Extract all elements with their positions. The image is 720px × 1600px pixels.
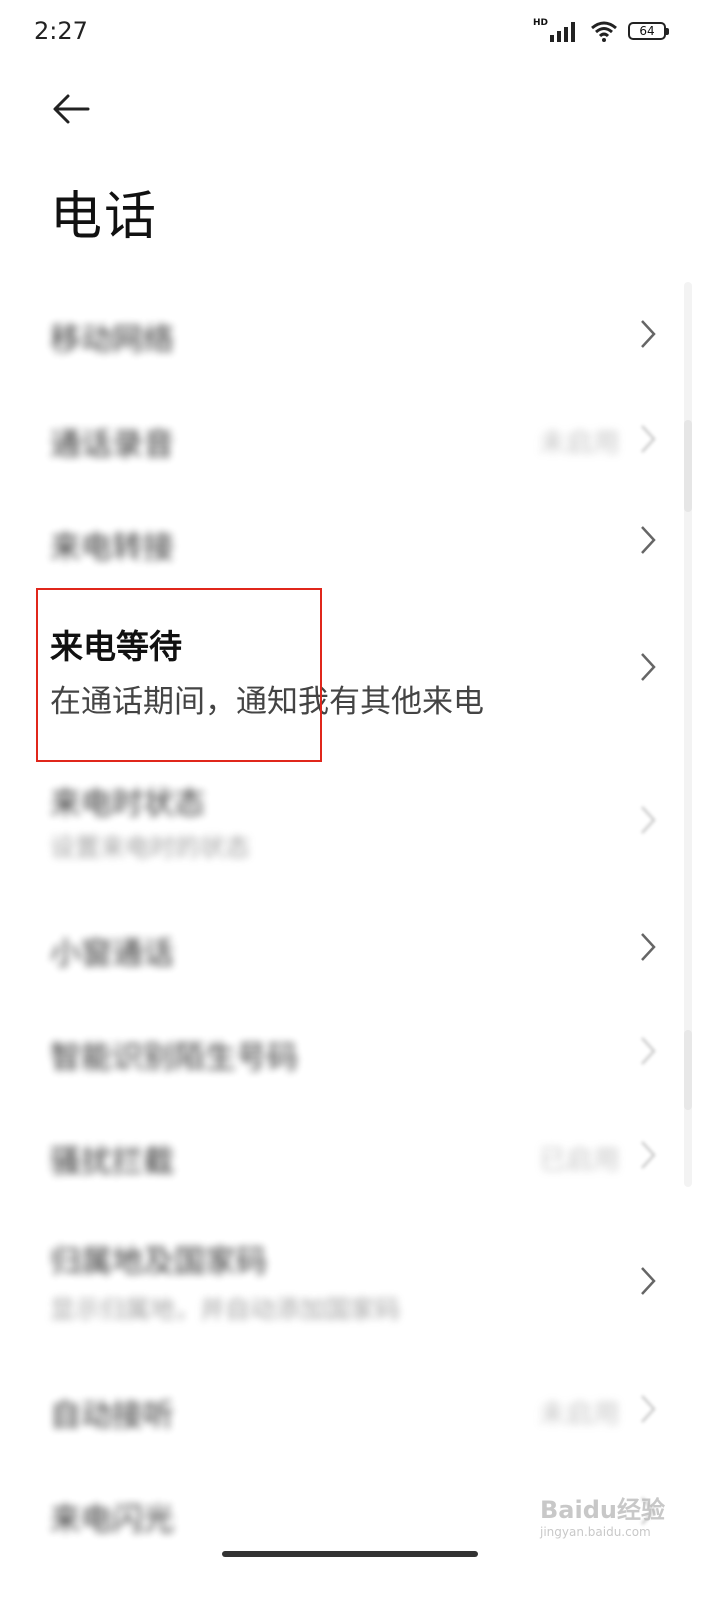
list-item-identify-unknown[interactable]: 智能识别陌生号码	[0, 1016, 720, 1086]
wifi-icon	[591, 21, 617, 42]
status-time: 2:27	[34, 17, 88, 45]
list-item-title: 骚扰拦截	[50, 1144, 174, 1180]
signal-icon	[550, 22, 575, 42]
chevron-right-icon	[641, 320, 656, 348]
list-item-incoming-call-status[interactable]: 来电时状态 设置来电时的状态	[0, 770, 720, 870]
watermark-url: jingyan.baidu.com	[540, 1525, 651, 1539]
arrow-left-icon	[53, 94, 90, 124]
highlight-annotation-box	[36, 588, 322, 762]
list-item-title: 自动接听	[50, 1398, 174, 1434]
battery-level: 64	[639, 24, 655, 38]
list-item-call-recording[interactable]: 通话录音 未启用	[0, 405, 720, 475]
list-item-value: 未启用	[539, 1399, 620, 1430]
list-item-title: 智能识别陌生号码	[50, 1040, 298, 1076]
chevron-right-icon	[641, 526, 656, 554]
list-item-auto-answer[interactable]: 自动接听 未启用	[0, 1376, 720, 1446]
chevron-right-icon	[641, 425, 656, 453]
list-item-spam-blocking[interactable]: 骚扰拦截 已启用	[0, 1120, 720, 1190]
list-item-mobile-network[interactable]: 移动网络	[0, 300, 720, 370]
home-indicator[interactable]	[222, 1551, 478, 1557]
chevron-right-icon	[641, 1037, 656, 1065]
chevron-right-icon	[641, 806, 656, 834]
hd-indicator: HD	[532, 18, 548, 28]
list-item-subtitle: 设置来电时的状态	[50, 833, 251, 862]
list-item-title: 来电时状态	[50, 786, 205, 822]
baidu-watermark: Baidu经验 jingyan.baidu.com	[540, 1490, 665, 1539]
status-icons: HD 64	[532, 18, 669, 42]
chevron-right-icon	[641, 933, 656, 961]
list-item-title: 通话录音	[50, 427, 174, 463]
watermark-brand: Baidu经验	[540, 1496, 665, 1524]
chevron-right-icon	[641, 1267, 656, 1295]
scrollbar-thumb[interactable]	[684, 420, 692, 512]
list-item-title: 归属地及国家码	[50, 1244, 267, 1280]
back-button[interactable]	[48, 86, 96, 134]
list-item-title: 来电转接	[50, 530, 174, 566]
list-item-subtitle: 显示归属地，并自动添加国家码	[50, 1295, 401, 1324]
chevron-right-icon	[641, 1141, 656, 1169]
chevron-right-icon	[641, 1395, 656, 1423]
list-item-value: 已启用	[539, 1145, 620, 1176]
chevron-right-icon	[641, 653, 656, 681]
list-item-title: 来电闪光	[50, 1502, 174, 1538]
scrollbar-thumb-secondary	[684, 1030, 692, 1110]
list-item-location-code[interactable]: 归属地及国家码 显示归属地，并自动添加国家码	[0, 1228, 720, 1338]
list-item-title: 小窗通话	[50, 936, 174, 972]
list-item-value: 未启用	[539, 428, 620, 459]
list-item-title: 移动网络	[50, 322, 174, 358]
list-item-floating-call[interactable]: 小窗通话	[0, 912, 720, 982]
status-bar: 2:27 HD 64	[0, 0, 720, 64]
page-title: 电话	[50, 187, 159, 247]
list-item-call-forwarding[interactable]: 来电转接	[0, 508, 720, 578]
battery-icon: 64	[628, 22, 669, 40]
